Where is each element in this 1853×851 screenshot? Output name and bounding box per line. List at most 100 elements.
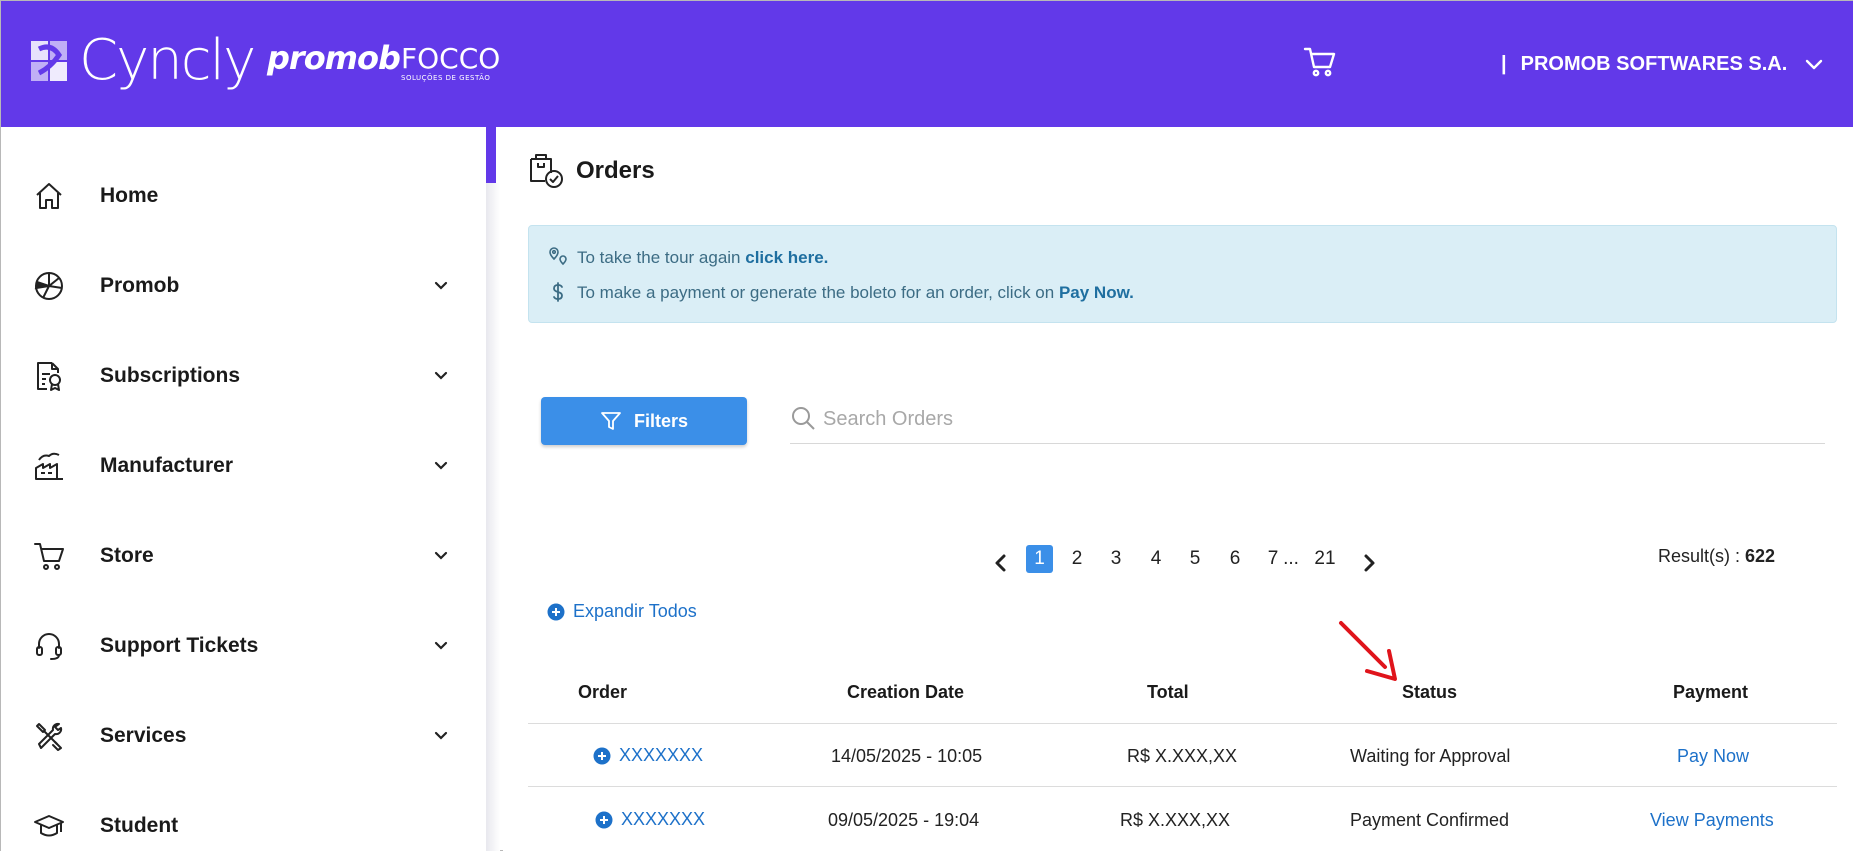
- sidebar-item-student[interactable]: Student: [1, 781, 486, 851]
- sidebar-item-label: Subscriptions: [100, 364, 241, 387]
- order-number[interactable]: XXXXXXX: [621, 809, 705, 830]
- sidebar-item-label: Home: [100, 184, 159, 207]
- promob-icon: [34, 272, 63, 300]
- sidebar-item-services[interactable]: Services: [1, 691, 486, 781]
- company-separator: |: [1501, 53, 1507, 75]
- cart-icon: [34, 543, 64, 570]
- page-button-1[interactable]: 1: [1026, 545, 1053, 573]
- page-button-6[interactable]: 6: [1227, 545, 1243, 573]
- pay-now-link[interactable]: Pay Now: [1677, 746, 1749, 767]
- info-banner: To take the tour again click here. To ma…: [528, 225, 1837, 323]
- factory-icon: [35, 452, 63, 480]
- order-number[interactable]: XXXXXXX: [619, 745, 703, 766]
- sidebar-item-subscriptions[interactable]: Subscriptions: [1, 331, 486, 421]
- tour-link[interactable]: click here.: [745, 248, 828, 267]
- table-divider: [528, 786, 1837, 787]
- chevron-down-icon: [1806, 59, 1823, 69]
- tour-info-line: To take the tour again click here.: [577, 248, 828, 268]
- page-button-2[interactable]: 2: [1069, 545, 1085, 573]
- home-icon: [36, 183, 62, 209]
- expand-all-button[interactable]: Expandir Todos: [547, 601, 697, 622]
- payment-info-text: To make a payment or generate the boleto…: [577, 283, 1059, 302]
- sidebar-item-label: Store: [100, 544, 154, 567]
- headset-icon: [36, 633, 62, 660]
- focco-tagline: SOLUÇÕES DE GESTÃO: [401, 74, 491, 82]
- sidebar-item-home[interactable]: Home: [1, 151, 486, 241]
- subscriptions-icon: [37, 362, 61, 391]
- filters-label: Filters: [633, 410, 689, 431]
- cyncly-logo[interactable]: Cyncly: [31, 28, 256, 93]
- sidebar-accent: [486, 127, 496, 183]
- search-field: [790, 397, 1825, 444]
- tools-icon: [36, 722, 63, 751]
- expand-all-label: Expandir Todos: [573, 601, 697, 621]
- order-link[interactable]: XXXXXXX: [595, 809, 705, 830]
- page-button-3[interactable]: 3: [1108, 545, 1124, 573]
- chevron-down-icon: [434, 461, 448, 470]
- status-cell: Waiting for Approval: [1350, 746, 1511, 766]
- total-cell: R$ X.XXX,XX: [1120, 810, 1231, 830]
- cart-icon[interactable]: [1303, 45, 1337, 79]
- sidebar-item-label: Support Tickets: [100, 634, 259, 657]
- sidebar-item-promob[interactable]: Promob: [1, 241, 486, 331]
- cyncly-logo-icon: [31, 41, 67, 81]
- company-name: PROMOB SOFTWARES S.A.: [1520, 53, 1788, 75]
- plus-circle-icon[interactable]: [593, 747, 611, 765]
- page-button-21[interactable]: 21: [1312, 545, 1338, 573]
- search-input[interactable]: [823, 405, 1803, 433]
- result-label: Result(s) :: [1658, 546, 1746, 566]
- column-header-total[interactable]: Total: [1147, 682, 1189, 703]
- result-value: 622: [1745, 546, 1776, 566]
- location-pin-icon: [549, 247, 567, 266]
- orders-icon: [530, 154, 563, 188]
- status-cell: Payment Confirmed: [1350, 810, 1510, 830]
- chevron-down-icon: [434, 731, 448, 740]
- table-divider: [528, 723, 1837, 724]
- view-payments-link[interactable]: View Payments: [1650, 810, 1774, 831]
- sidebar-item-manufacturer[interactable]: Manufacturer: [1, 421, 486, 511]
- filter-icon: [601, 412, 621, 430]
- result-count: Result(s) : 622: [1658, 546, 1775, 567]
- column-header-payment[interactable]: Payment: [1673, 682, 1748, 703]
- sidebar-item-label: Manufacturer: [100, 454, 234, 477]
- column-header-creation-date[interactable]: Creation Date: [847, 682, 964, 703]
- promob-logo: promob: [267, 39, 401, 77]
- sidebar-divider: [486, 183, 500, 851]
- page-button-7[interactable]: 7: [1265, 545, 1281, 573]
- order-link[interactable]: XXXXXXX: [593, 745, 703, 766]
- search-icon: [792, 407, 815, 430]
- prev-page-icon[interactable]: [991, 549, 1011, 577]
- next-page-icon[interactable]: [1359, 549, 1379, 577]
- company-selector[interactable]: | PROMOB SOFTWARES S.A.: [1501, 53, 1823, 76]
- dollar-icon: [553, 282, 563, 302]
- chevron-down-icon: [434, 371, 448, 380]
- payment-info-line: To make a payment or generate the boleto…: [577, 283, 1134, 303]
- top-header: Cyncly promob FOCCO SOLUÇÕES DE GESTÃO |…: [1, 1, 1853, 127]
- creation-date-cell: 14/05/2025 - 10:05: [831, 746, 983, 766]
- sidebar-item-support-tickets[interactable]: Support Tickets: [1, 601, 486, 691]
- column-header-status[interactable]: Status: [1402, 682, 1457, 703]
- creation-date-cell: 09/05/2025 - 19:04: [828, 810, 980, 830]
- focco-logo: FOCCO SOLUÇÕES DE GESTÃO: [401, 42, 501, 83]
- total-cell: R$ X.XXX,XX: [1127, 746, 1238, 766]
- annotation-arrow-icon: [1339, 621, 1397, 681]
- graduation-cap-icon: [34, 815, 64, 837]
- sidebar-item-label: Services: [100, 724, 187, 747]
- sidebar-item-label: Student: [100, 814, 179, 837]
- page-title: Orders: [576, 157, 655, 184]
- sidebar-item-store[interactable]: Store: [1, 511, 486, 601]
- tour-info-text: To take the tour again: [577, 248, 746, 267]
- filters-button[interactable]: Filters: [541, 397, 747, 445]
- pay-now-info-link[interactable]: Pay Now.: [1059, 283, 1134, 302]
- page-button-4[interactable]: 4: [1148, 545, 1164, 573]
- plus-circle-icon: [547, 603, 565, 620]
- chevron-down-icon: [434, 551, 448, 560]
- plus-circle-icon[interactable]: [595, 811, 613, 829]
- cyncly-wordmark: Cyncly: [79, 28, 256, 93]
- sidebar-item-label: Promob: [100, 274, 180, 297]
- page-button-5[interactable]: 5: [1187, 545, 1203, 573]
- focco-wordmark: FOCCO: [401, 42, 501, 75]
- page-ellipsis: ...: [1283, 548, 1299, 569]
- column-header-order[interactable]: Order: [578, 682, 627, 703]
- chevron-down-icon: [434, 281, 448, 290]
